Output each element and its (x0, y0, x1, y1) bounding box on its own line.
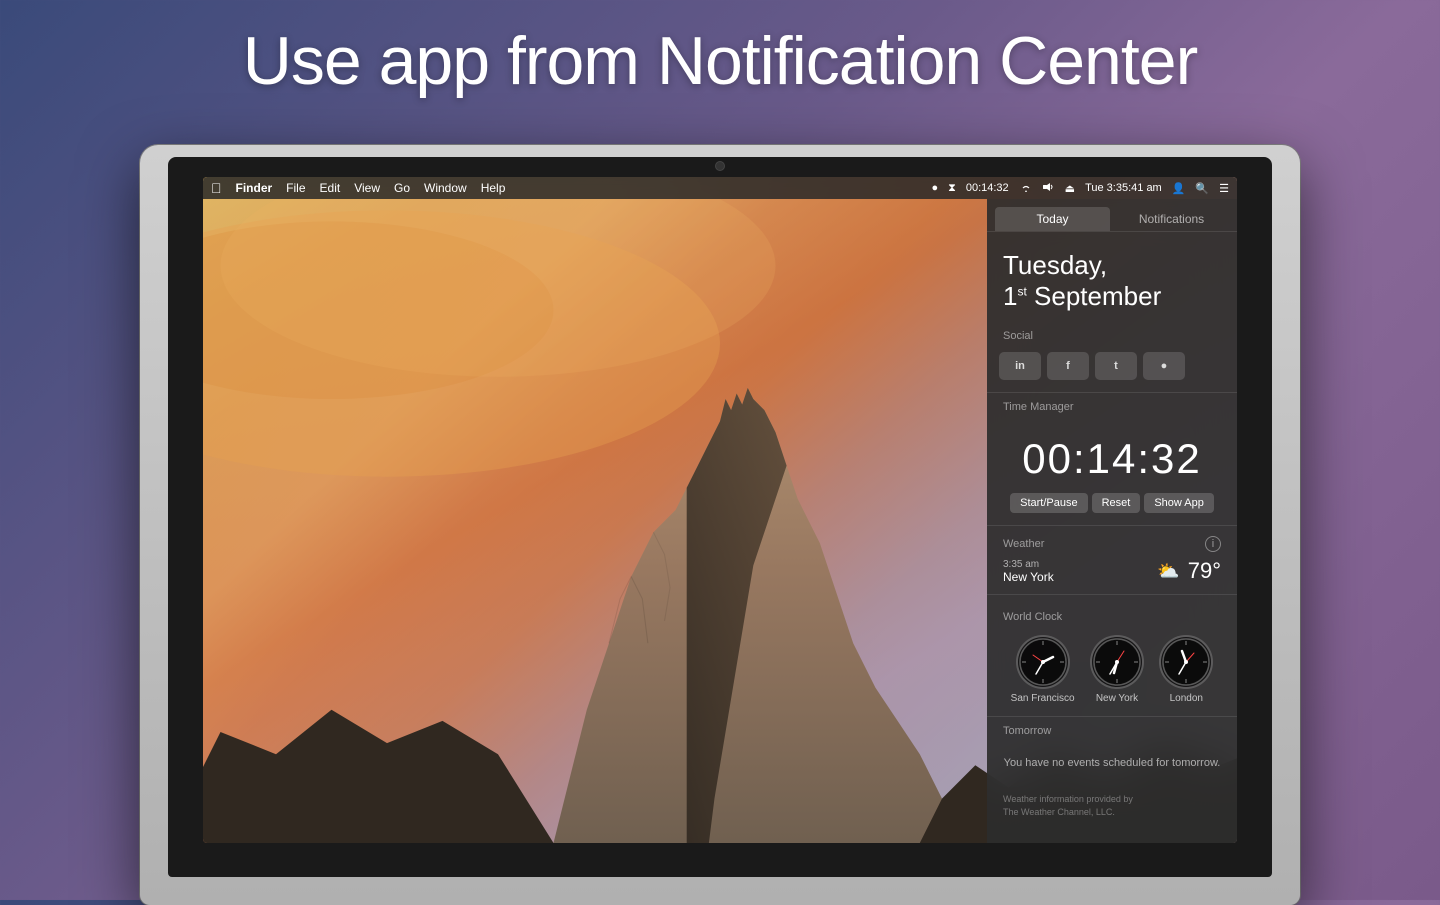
divider-3 (987, 594, 1237, 595)
weather-section-label: Weather (1003, 538, 1044, 550)
menubar-search-icon[interactable]: 🔍 (1195, 182, 1209, 195)
macbook-screen:  Finder File Edit View Go Window Help ●… (203, 177, 1237, 843)
clock-label-new-york: New York (1096, 693, 1138, 704)
twitter-button[interactable]: t (1095, 352, 1137, 380)
social-section-label: Social (987, 324, 1237, 346)
clock-new-york: New York (1090, 635, 1144, 704)
timer-start-pause-button[interactable]: Start/Pause (1010, 493, 1087, 513)
notification-center-panel[interactable]: Today Notifications Tuesday, 1st Septemb… (987, 199, 1237, 843)
nc-world-clock-section: World Clock (987, 597, 1237, 714)
nc-social-row: in f t ● (987, 346, 1237, 390)
clock-label-san-francisco: San Francisco (1011, 693, 1075, 704)
nc-date-display: Tuesday, 1st September (1003, 250, 1221, 312)
nc-timer-section: 00:14:32 Start/Pause Reset Show App (987, 417, 1237, 523)
world-clock-section-label: World Clock (1003, 605, 1221, 627)
apple-menu[interactable]:  (211, 180, 222, 196)
timer-reset-button[interactable]: Reset (1092, 493, 1141, 513)
view-menu[interactable]: View (354, 181, 380, 195)
clock-san-francisco: San Francisco (1011, 635, 1075, 704)
nc-day-name: Tuesday, (1003, 250, 1107, 280)
clock-face-new-york (1090, 635, 1144, 689)
linkedin-button[interactable]: in (999, 352, 1041, 380)
menubar-time-tracker: 00:14:32 (966, 182, 1009, 194)
nc-day-number: 1 (1003, 281, 1017, 311)
nc-weather-header: Weather i (1003, 536, 1221, 552)
message-button[interactable]: ● (1143, 352, 1185, 380)
menubar-nc-icon[interactable]: ☰ (1219, 182, 1229, 195)
screen-bezel:  Finder File Edit View Go Window Help ●… (168, 157, 1272, 877)
nc-weather-location: New York (1003, 570, 1054, 584)
tomorrow-section-label: Tomorrow (987, 719, 1237, 741)
time-manager-label: Time Manager (987, 395, 1237, 417)
nc-weather-location-info: 3:35 am New York (1003, 559, 1054, 584)
menubar-right: ● ⧗ 00:14:32 (931, 182, 1229, 195)
nc-weather-temperature: 79° (1188, 558, 1221, 584)
menubar-volume-icon[interactable] (1043, 182, 1055, 195)
menubar:  Finder File Edit View Go Window Help ●… (203, 177, 1237, 199)
nc-month: September (1034, 281, 1161, 311)
edit-menu[interactable]: Edit (320, 181, 341, 195)
nc-tomorrow-section: You have no events scheduled for tomorro… (987, 741, 1237, 785)
macbook-device:  Finder File Edit View Go Window Help ●… (140, 145, 1300, 905)
facebook-button[interactable]: f (1047, 352, 1089, 380)
nc-timer-buttons: Start/Pause Reset Show App (1003, 493, 1221, 513)
clock-label-london: London (1170, 693, 1203, 704)
menubar-dot: ● (931, 182, 938, 194)
nc-tomorrow-message: You have no events scheduled for tomorro… (1003, 749, 1221, 777)
nc-weather-section: Weather i 3:35 am New York ⛅ 79° (987, 528, 1237, 592)
webcam (715, 161, 725, 171)
menubar-user-icon[interactable]: 👤 (1172, 182, 1186, 195)
nc-weather-temp-row: ⛅ 79° (1157, 558, 1221, 584)
menubar-wifi-icon[interactable] (1019, 182, 1033, 195)
nc-timer-display: 00:14:32 (1003, 427, 1221, 493)
nc-weather-attribution: Weather information provided by The Weat… (987, 785, 1237, 834)
nc-clocks-row: San Francisco (1003, 635, 1221, 704)
timer-show-app-button[interactable]: Show App (1144, 493, 1214, 513)
weather-info-icon[interactable]: i (1205, 536, 1221, 552)
divider-1 (987, 392, 1237, 393)
menubar-datetime: Tue 3:35:41 am (1085, 182, 1162, 194)
page-title: Use app from Notification Center (0, 0, 1440, 100)
nc-weather-icon: ⛅ (1157, 561, 1179, 582)
finder-menu[interactable]: Finder (236, 181, 273, 195)
macbook-shell:  Finder File Edit View Go Window Help ●… (140, 145, 1300, 905)
file-menu[interactable]: File (286, 181, 305, 195)
menubar-eject-icon[interactable]: ⏏ (1065, 182, 1075, 195)
menubar-left:  Finder File Edit View Go Window Help (211, 180, 505, 196)
tab-notifications[interactable]: Notifications (1114, 207, 1229, 231)
nc-day-suffix: st (1017, 285, 1026, 299)
menubar-hourglass: ⧗ (948, 182, 956, 195)
clock-face-london (1159, 635, 1213, 689)
go-menu[interactable]: Go (394, 181, 410, 195)
divider-4 (987, 716, 1237, 717)
divider-2 (987, 525, 1237, 526)
clock-face-san-francisco (1016, 635, 1070, 689)
tab-today[interactable]: Today (995, 207, 1110, 231)
nc-tabs: Today Notifications (987, 199, 1237, 232)
clock-london: London (1159, 635, 1213, 704)
help-menu[interactable]: Help (481, 181, 506, 195)
window-menu[interactable]: Window (424, 181, 467, 195)
nc-date-section: Tuesday, 1st September (987, 232, 1237, 324)
nc-weather-time: 3:35 am (1003, 559, 1054, 570)
